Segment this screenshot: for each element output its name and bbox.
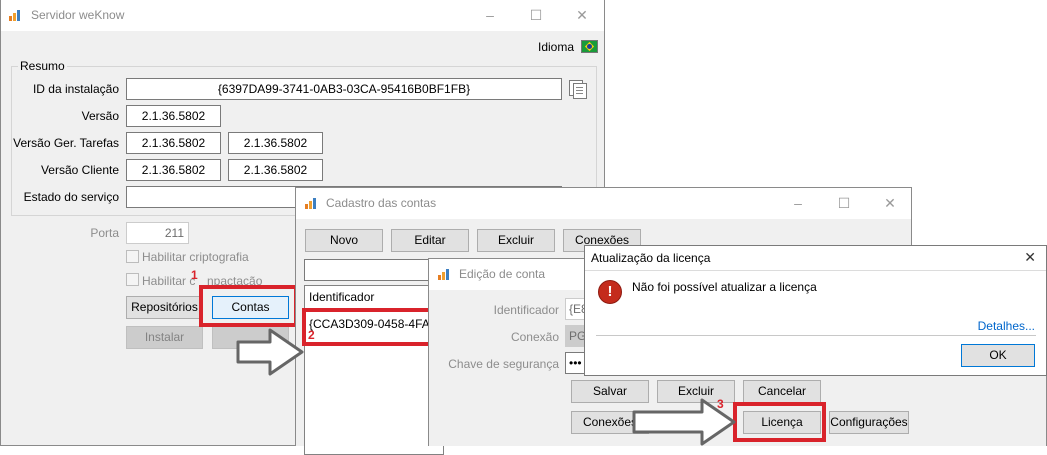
settings-button[interactable]: Configurações <box>829 411 909 434</box>
minimize-button[interactable]: – <box>467 0 513 31</box>
error-icon: ! <box>598 280 622 304</box>
client-version-field-2[interactable]: 2.1.36.5802 <box>228 159 323 181</box>
license-error-message: Não foi possível atualizar a licença <box>632 280 817 294</box>
details-link[interactable]: Detalhes... <box>978 319 1035 333</box>
close-icon[interactable]: ✕ <box>1024 249 1036 266</box>
compaction-checkbox[interactable] <box>126 273 139 286</box>
new-account-button[interactable]: Novo <box>305 229 383 252</box>
client-version-field-1[interactable]: 2.1.36.5802 <box>126 159 221 181</box>
maximize-button[interactable]: ☐ <box>513 0 559 31</box>
edit-window-title: Edição de conta <box>459 267 546 281</box>
service-state-label: Estado do serviço <box>23 190 119 204</box>
step-1-highlight <box>199 285 298 327</box>
close-button[interactable]: ✕ <box>867 188 913 219</box>
edit-account-button[interactable]: Editar <box>391 229 469 252</box>
accounts-window-title: Cadastro das contas <box>326 196 437 210</box>
identifier-label: Identificador <box>493 303 559 317</box>
install-id-label: ID da instalação <box>32 82 119 96</box>
encryption-label: Habilitar criptografia <box>142 250 249 264</box>
repositories-button[interactable]: Repositórios <box>126 296 203 319</box>
version-label: Versão <box>81 109 119 123</box>
step-1-number: 1 <box>191 268 198 282</box>
client-version-label: Versão Cliente <box>40 163 119 177</box>
compaction-label-start: Habilitar c <box>142 274 196 288</box>
license-dialog: Atualização da licença ✕ ! Não foi possí… <box>584 245 1047 376</box>
task-version-field-1[interactable]: 2.1.36.5802 <box>126 132 221 154</box>
bar-chart-icon <box>305 198 319 209</box>
delete-account-button[interactable]: Excluir <box>477 229 555 252</box>
install-id-field[interactable]: {6397DA99-3741-0AB3-03CA-95416B0BF1FB} <box>126 78 562 100</box>
cancel-button[interactable]: Cancelar <box>743 380 821 403</box>
arrow-right-icon <box>236 328 304 376</box>
step-3-highlight <box>733 402 826 442</box>
step-2-highlight <box>302 308 437 346</box>
language-label: Idioma <box>538 40 575 54</box>
minimize-button[interactable]: – <box>775 188 821 219</box>
main-titlebar: Servidor weKnow – ☐ ✕ <box>1 0 604 31</box>
task-version-label: Versão Ger. Tarefas <box>13 136 119 150</box>
port-field[interactable]: 211 <box>126 222 189 244</box>
bar-chart-icon <box>438 269 452 280</box>
maximize-button[interactable]: ☐ <box>821 188 867 219</box>
accounts-search-input[interactable] <box>304 259 444 281</box>
brazil-flag-icon[interactable] <box>581 40 598 53</box>
port-label: Porta <box>90 226 119 240</box>
security-key-label: Chave de segurança <box>448 357 559 371</box>
list-header[interactable]: Identificador <box>309 290 374 304</box>
main-window-title: Servidor weKnow <box>31 8 125 22</box>
copy-icon[interactable] <box>568 79 587 99</box>
version-field[interactable]: 2.1.36.5802 <box>126 105 221 127</box>
summary-group-title: Resumo <box>18 59 67 73</box>
arrow-right-icon <box>632 398 736 446</box>
divider <box>596 335 1036 336</box>
install-button[interactable]: Instalar <box>126 326 203 349</box>
task-version-field-2[interactable]: 2.1.36.5802 <box>228 132 323 154</box>
ok-button[interactable]: OK <box>961 344 1035 367</box>
license-dialog-title: Atualização da licença <box>591 251 711 265</box>
encryption-checkbox[interactable] <box>126 250 139 263</box>
license-dialog-titlebar: Atualização da licença ✕ <box>585 246 1046 271</box>
bar-chart-icon <box>9 10 23 21</box>
close-button[interactable]: ✕ <box>559 0 605 31</box>
accounts-titlebar: Cadastro das contas – ☐ ✕ <box>296 188 911 219</box>
connection-label: Conexão <box>510 330 559 344</box>
step-2-number: 2 <box>308 328 315 342</box>
